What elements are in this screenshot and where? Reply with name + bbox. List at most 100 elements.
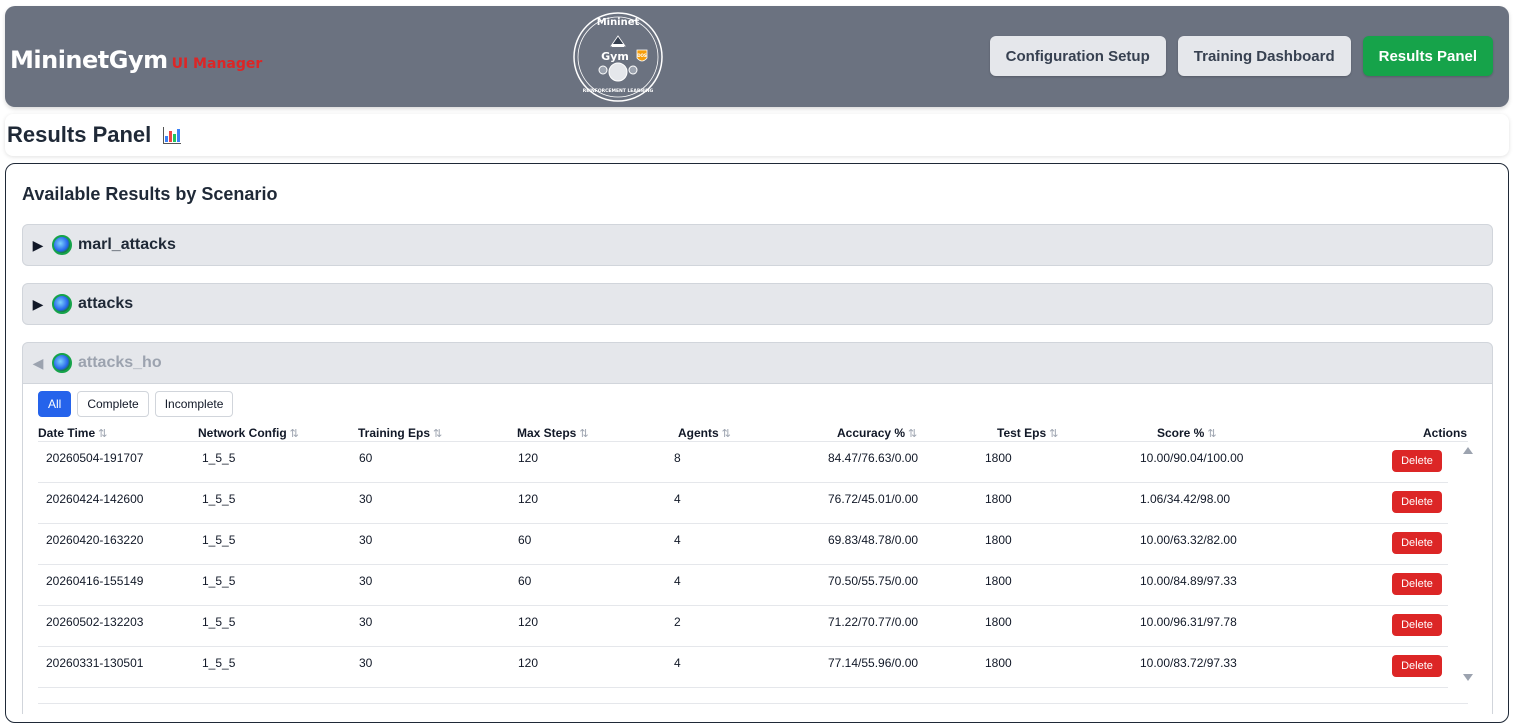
scroll-up-icon[interactable] bbox=[1463, 447, 1473, 454]
scenario-attacks[interactable]: ▶ attacks bbox=[22, 283, 1493, 325]
brand-title: MininetGym bbox=[10, 46, 168, 74]
cell-agents: 4 bbox=[674, 533, 681, 547]
col-label: Agents bbox=[678, 426, 719, 440]
cell-max-steps: 120 bbox=[518, 615, 539, 629]
col-label: Test Eps bbox=[997, 426, 1047, 440]
cell-test-eps: 1800 bbox=[985, 615, 1012, 629]
cell-datetime: 20260502-132203 bbox=[46, 615, 144, 629]
sort-icon: ⇅ bbox=[579, 428, 589, 440]
cell-training-eps: 30 bbox=[359, 656, 373, 670]
table-row: 20260502-132203 1_5_5 30 120 2 71.22/70.… bbox=[38, 606, 1448, 647]
cell-accuracy: 71.22/70.77/0.00 bbox=[828, 615, 919, 629]
brand-subtitle: UI Manager bbox=[171, 56, 263, 72]
cell-training-eps: 30 bbox=[359, 615, 373, 629]
col-label: Actions bbox=[1423, 426, 1468, 440]
cell-agents: 4 bbox=[674, 656, 681, 670]
cell-accuracy: 77.14/55.96/0.00 bbox=[828, 656, 919, 670]
logo-text-middle: Gym bbox=[601, 50, 629, 63]
app-header: MininetGym UI Manager Mininet Gym DOS RE… bbox=[5, 6, 1509, 107]
cell-accuracy: 70.50/55.75/0.00 bbox=[828, 574, 919, 588]
main-nav: Configuration Setup Training Dashboard R… bbox=[989, 36, 1493, 76]
filter-all-button[interactable]: All bbox=[38, 391, 72, 417]
cell-score: 10.00/83.72/97.33 bbox=[1140, 656, 1237, 670]
sort-icon: ⇅ bbox=[289, 428, 299, 440]
brand: MininetGym UI Manager bbox=[10, 46, 262, 74]
delete-button[interactable]: Delete bbox=[1392, 532, 1442, 554]
expand-arrow-icon: ▶ bbox=[32, 236, 44, 253]
sort-icon: ⇅ bbox=[1207, 428, 1217, 440]
results-heading: Available Results by Scenario bbox=[22, 184, 278, 204]
col-label: Accuracy % bbox=[837, 426, 906, 440]
cell-network: 1_5_5 bbox=[202, 615, 236, 629]
cell-test-eps: 1800 bbox=[985, 574, 1012, 588]
results-table-body: 20260504-191707 1_5_5 60 120 8 84.47/76.… bbox=[38, 442, 1448, 688]
col-accuracy[interactable]: Accuracy % ⇅ bbox=[837, 426, 917, 440]
delete-button[interactable]: Delete bbox=[1392, 450, 1442, 472]
cell-datetime: 20260331-130501 bbox=[46, 656, 144, 670]
delete-button[interactable]: Delete bbox=[1392, 655, 1442, 677]
col-agents[interactable]: Agents ⇅ bbox=[678, 426, 731, 440]
col-score[interactable]: Score % ⇅ bbox=[1157, 426, 1217, 440]
mininet-gym-logo: Mininet Gym DOS REINFORCEMENT LEARNING bbox=[573, 12, 663, 102]
cell-test-eps: 1800 bbox=[985, 533, 1012, 547]
sort-icon: ⇅ bbox=[433, 428, 443, 440]
col-test-eps[interactable]: Test Eps ⇅ bbox=[997, 426, 1058, 440]
cell-training-eps: 30 bbox=[359, 492, 373, 506]
sort-icon: ⇅ bbox=[721, 428, 731, 440]
filter-complete-button[interactable]: Complete bbox=[77, 391, 149, 417]
col-training-eps[interactable]: Training Eps ⇅ bbox=[358, 426, 442, 440]
col-max-steps[interactable]: Max Steps ⇅ bbox=[517, 426, 589, 440]
cell-training-eps: 60 bbox=[359, 451, 373, 465]
col-actions: Actions bbox=[1423, 426, 1467, 440]
cell-max-steps: 60 bbox=[518, 533, 532, 547]
cell-score: 10.00/96.31/97.78 bbox=[1140, 615, 1237, 629]
scenario-name: attacks bbox=[78, 295, 134, 312]
scroll-down-icon[interactable] bbox=[1463, 674, 1473, 681]
cell-agents: 4 bbox=[674, 574, 681, 588]
scenario-attacks-ho[interactable]: ◀ attacks_ho bbox=[22, 342, 1493, 384]
cell-network: 1_5_5 bbox=[202, 656, 236, 670]
cell-max-steps: 120 bbox=[518, 656, 539, 670]
logo-text-bottom: REINFORCEMENT LEARNING bbox=[583, 88, 654, 94]
col-label: Training Eps bbox=[358, 426, 431, 440]
cell-datetime: 20260424-142600 bbox=[46, 492, 144, 506]
globe-icon bbox=[52, 353, 72, 373]
cell-agents: 2 bbox=[674, 615, 681, 629]
col-label: Date Time bbox=[38, 426, 96, 440]
globe-icon bbox=[52, 235, 72, 255]
cell-score: 1.06/34.42/98.00 bbox=[1140, 492, 1231, 506]
delete-button[interactable]: Delete bbox=[1392, 614, 1442, 636]
scenario-marl-attacks[interactable]: ▶ marl_attacks bbox=[22, 224, 1493, 266]
configuration-setup-button[interactable]: Configuration Setup bbox=[989, 36, 1166, 76]
sort-icon: ⇅ bbox=[908, 428, 918, 440]
cell-accuracy: 69.83/48.78/0.00 bbox=[828, 533, 919, 547]
cell-network: 1_5_5 bbox=[202, 492, 236, 506]
collapse-arrow-icon: ◀ bbox=[32, 354, 44, 371]
cell-training-eps: 30 bbox=[359, 574, 373, 588]
cell-training-eps: 30 bbox=[359, 533, 373, 547]
delete-button[interactable]: Delete bbox=[1392, 573, 1442, 595]
delete-button[interactable]: Delete bbox=[1392, 491, 1442, 513]
cell-score: 10.00/63.32/82.00 bbox=[1140, 533, 1237, 547]
logo-badge: DOS bbox=[637, 53, 647, 58]
col-date-time[interactable]: Date Time ⇅ bbox=[38, 426, 107, 440]
table-row: 20260331-130501 1_5_5 30 120 4 77.14/55.… bbox=[38, 647, 1448, 688]
col-network-config[interactable]: Network Config ⇅ bbox=[198, 426, 299, 440]
filter-incomplete-button[interactable]: Incomplete bbox=[154, 391, 234, 417]
cell-max-steps: 120 bbox=[518, 492, 539, 506]
page-title-bar: Results Panel bbox=[5, 114, 1509, 156]
cell-network: 1_5_5 bbox=[202, 451, 236, 465]
logo-text-top: Mininet bbox=[597, 17, 640, 28]
training-dashboard-button[interactable]: Training Dashboard bbox=[1177, 36, 1351, 76]
results-panel-button[interactable]: Results Panel bbox=[1362, 36, 1493, 76]
cell-test-eps: 1800 bbox=[985, 451, 1012, 465]
cell-score: 10.00/84.89/97.33 bbox=[1140, 574, 1237, 588]
cell-max-steps: 60 bbox=[518, 574, 532, 588]
cell-max-steps: 120 bbox=[518, 451, 539, 465]
page-title: Results Panel bbox=[7, 122, 182, 148]
table-row: 20260420-163220 1_5_5 30 60 4 69.83/48.7… bbox=[38, 524, 1448, 565]
sort-icon: ⇅ bbox=[1049, 428, 1059, 440]
table-row: 20260504-191707 1_5_5 60 120 8 84.47/76.… bbox=[38, 442, 1448, 483]
scenario-name: attacks_ho bbox=[78, 354, 162, 371]
table-row: 20260424-142600 1_5_5 30 120 4 76.72/45.… bbox=[38, 483, 1448, 524]
